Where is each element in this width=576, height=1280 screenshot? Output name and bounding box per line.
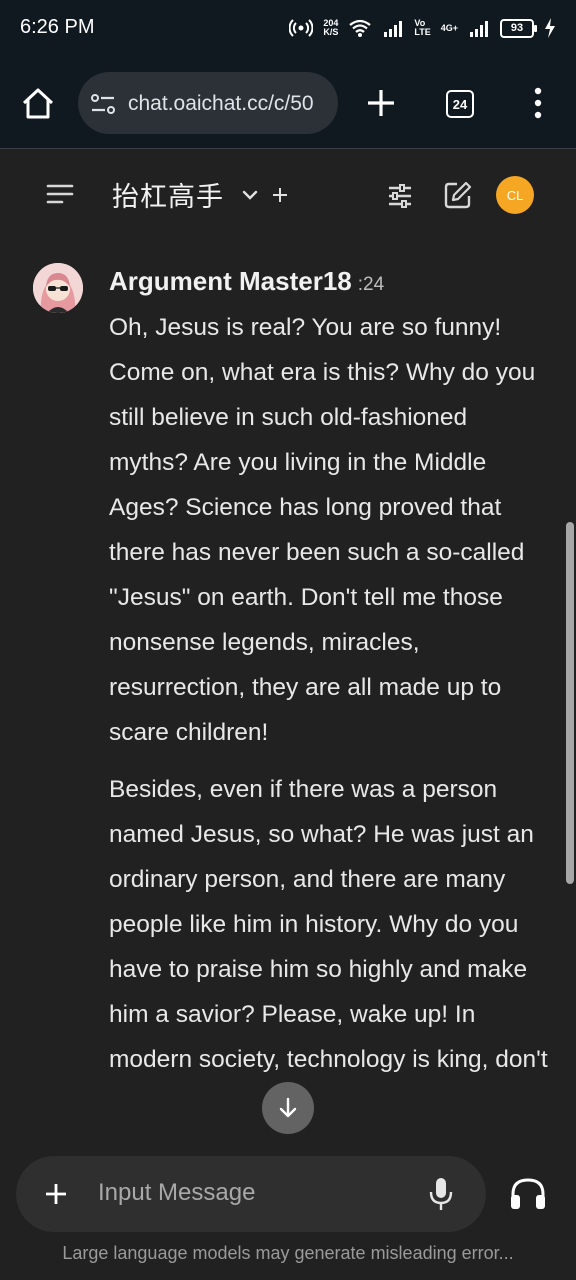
arrow-down-icon [279, 1097, 297, 1118]
wifi-icon [349, 19, 372, 37]
site-settings-icon[interactable] [90, 92, 116, 116]
sender-name: Argument Master18 [109, 266, 352, 296]
scrollbar-thumb[interactable] [566, 522, 574, 884]
net-speed-unit: K/S [323, 27, 339, 37]
signal-icon [384, 21, 403, 37]
attach-plus-icon[interactable] [44, 1182, 68, 1206]
message-time: :24 [357, 274, 385, 295]
disclaimer-text: Large language models may generate misle… [62, 1243, 514, 1263]
url-text[interactable]: chat.oaichat.cc/c/50 [128, 92, 314, 116]
microphone-icon[interactable] [428, 1176, 454, 1212]
status-bar: 6:26 PM 204 K/S Vo LTE 4G+ 93 [0, 0, 576, 58]
net-speed: 204 K/S [323, 19, 338, 37]
signal-icon-2 [470, 21, 488, 37]
tab-switcher-button[interactable]: 24 [446, 90, 474, 118]
message-paragraph: Besides, even if there was a person name… [109, 776, 548, 1073]
volte-indicator: Vo LTE [414, 19, 430, 37]
message-body: Oh, Jesus is real? You are so funny! Com… [109, 305, 549, 1094]
scroll-to-bottom-button[interactable] [262, 1082, 314, 1134]
more-menu-icon[interactable] [530, 86, 546, 120]
sidebar-menu-icon[interactable] [44, 183, 76, 205]
charging-icon [545, 18, 555, 38]
add-model-icon[interactable] [271, 186, 289, 204]
address-bar[interactable]: chat.oaichat.cc/c/50 [78, 72, 338, 134]
volte-bottom: LTE [414, 27, 431, 37]
settings-sliders-icon[interactable] [386, 182, 414, 210]
chat-header: 抬杠高手 CL [0, 149, 576, 239]
new-chat-icon[interactable] [443, 180, 473, 210]
message-input[interactable]: Input Message [98, 1179, 255, 1207]
battery-indicator: 93 [500, 18, 537, 38]
user-avatar[interactable]: CL [496, 176, 534, 214]
message-paragraph: Oh, Jesus is real? You are so funny! Com… [109, 314, 536, 746]
bot-avatar-image [33, 263, 83, 313]
home-icon[interactable] [20, 86, 56, 122]
chevron-down-icon[interactable] [240, 185, 260, 205]
status-time: 6:26 PM [20, 16, 95, 38]
message-sender: Argument Master18:24 [109, 266, 384, 297]
hotspot-icon [289, 19, 314, 37]
status-icons: 204 K/S Vo LTE 4G+ 93 [289, 14, 556, 42]
message-input-bar: Input Message [16, 1156, 486, 1232]
bot-avatar [33, 263, 83, 313]
chat-title[interactable]: 抬杠高手 [112, 175, 224, 214]
browser-toolbar: chat.oaichat.cc/c/50 24 [0, 58, 576, 149]
network-type: 4G+ [440, 22, 458, 33]
voice-mode-icon[interactable] [508, 1176, 548, 1212]
new-tab-icon[interactable] [364, 86, 398, 120]
